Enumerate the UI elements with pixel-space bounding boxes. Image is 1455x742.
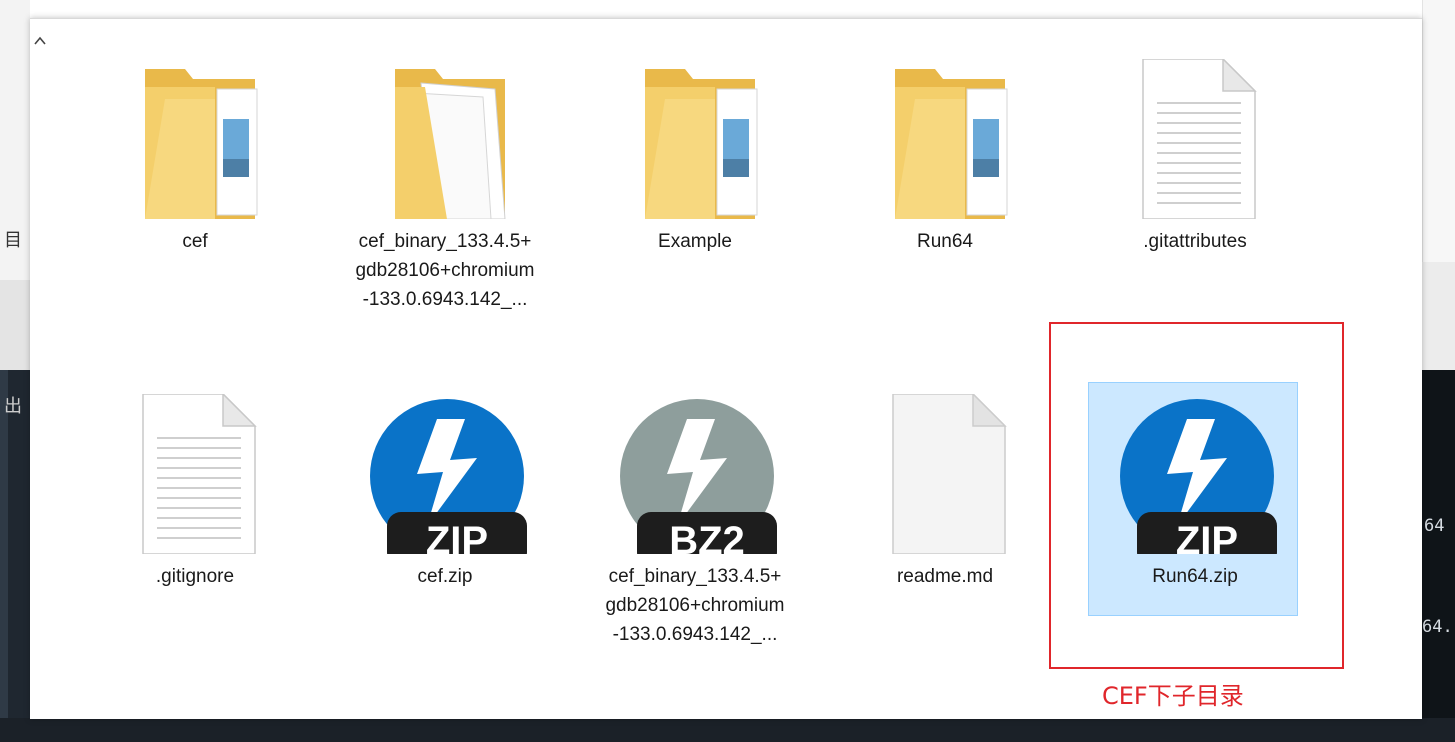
folder-open-icon [355,59,535,219]
file-item-gitattributes[interactable]: .gitattributes [1090,59,1300,289]
background-terminal-text: 64. [1422,617,1453,637]
blank-file-icon [855,394,1035,554]
chevron-up-icon[interactable] [32,33,48,49]
file-name: readme.md [896,566,994,587]
file-item-example[interactable]: Example [590,59,800,289]
file-item-gitignore[interactable]: .gitignore [90,394,300,624]
file-name: cef.zip [417,566,473,587]
bandizip-bz2-icon: BZ2 [605,394,785,554]
folder-icon [855,59,1035,219]
background-terminal-scrollbar [0,370,8,742]
background-bottom-bar [0,718,1455,742]
text-file-icon [105,394,285,554]
file-name: Run64 [917,231,973,252]
background-text: 出 [4,396,22,416]
file-name: cef [182,231,208,252]
folder-icon [105,59,285,219]
file-name: .gitattributes [1143,231,1247,252]
background-window-left-panel [0,280,30,370]
file-name: cef_binary_133.4.5+gdb28106+chromium-133… [355,231,535,310]
background-text: 目 [4,230,22,250]
annotation-box [1049,322,1344,669]
background-terminal-right [1422,370,1455,742]
text-file-icon [1105,59,1285,219]
background-window-right [1422,0,1455,262]
background-window-right-panel [1422,262,1455,370]
svg-text:BZ2: BZ2 [669,519,745,554]
annotation-text: CEF下子目录 [1102,682,1244,710]
file-item-readme[interactable]: readme.md [840,394,1050,624]
file-item-cef-zip[interactable]: ZIP cef.zip [340,394,550,624]
bandizip-zip-icon: ZIP [355,394,535,554]
background-terminal-text: 64 [1424,516,1445,536]
file-name: cef_binary_133.4.5+gdb28106+chromium-133… [605,566,785,645]
file-item-run64[interactable]: Run64 [840,59,1050,289]
file-item-cef-binary-bz2[interactable]: BZ2 cef_binary_133.4.5+gdb28106+chromium… [590,394,800,645]
file-item-cef[interactable]: cef [90,59,300,289]
file-name: Example [658,231,732,252]
folder-icon [605,59,785,219]
svg-text:ZIP: ZIP [426,519,488,554]
file-item-cef-binary-folder[interactable]: cef_binary_133.4.5+gdb28106+chromium-133… [340,59,550,310]
file-name: .gitignore [155,566,235,587]
